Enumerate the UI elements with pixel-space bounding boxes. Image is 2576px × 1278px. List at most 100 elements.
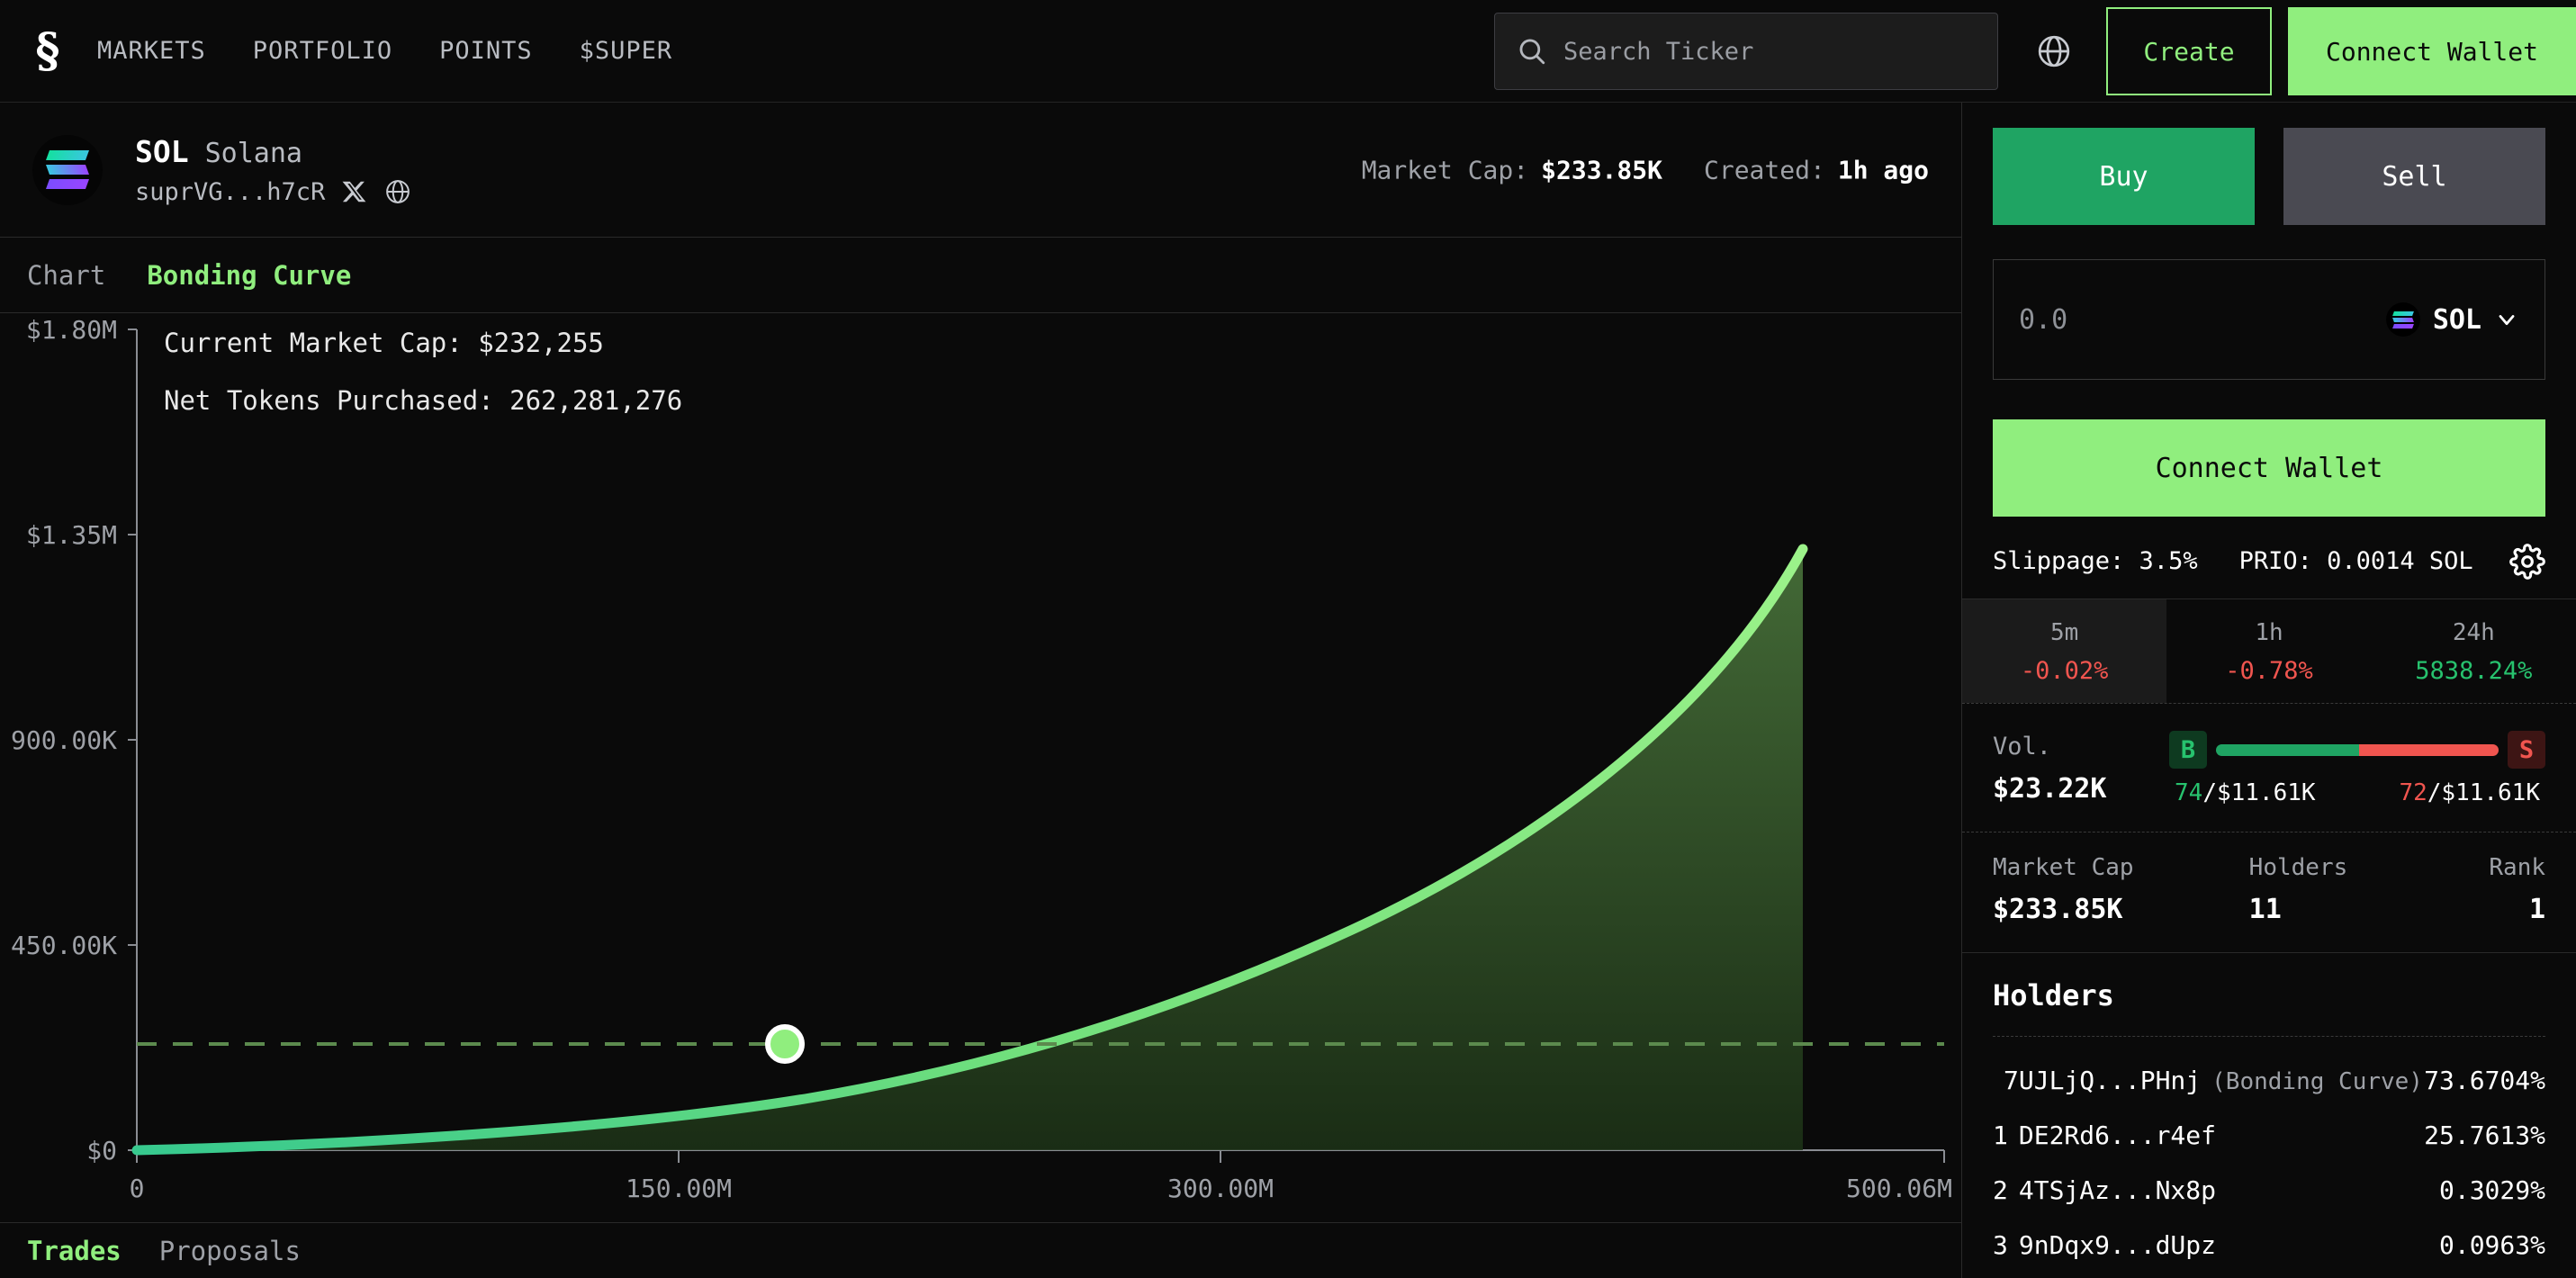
- connect-wallet-header-button[interactable]: Connect Wallet: [2288, 7, 2576, 95]
- chart-canvas: $1.80M $1.35M 900.00K 450.00K $0 0 150.0…: [0, 313, 1962, 1222]
- volume-value: $23.22K: [1993, 773, 2146, 805]
- tab-trades[interactable]: Trades: [27, 1236, 122, 1266]
- holder-address: 9nDqx9...dUpz: [2019, 1230, 2216, 1260]
- gear-icon[interactable]: [2509, 544, 2545, 580]
- token-name: Solana: [205, 138, 302, 169]
- change-cell-5m[interactable]: 5m -0.02%: [1962, 599, 2166, 703]
- holder-percentage: 25.7613%: [2424, 1120, 2545, 1150]
- trade-panel: Buy Sell SOL Connect Wallet: [1962, 103, 2576, 599]
- buy-count: 74: [2175, 779, 2202, 806]
- change-period-1h: 1h: [2166, 619, 2371, 646]
- change-cell-24h[interactable]: 24h 5838.24%: [2372, 599, 2576, 703]
- token-symbol: SOL: [135, 134, 189, 169]
- table-row[interactable]: 7UJLjQ...PHnj (Bonding Curve) 73.6704%: [1993, 1053, 2545, 1108]
- bonding-curve-chart[interactable]: $1.80M $1.35M 900.00K 450.00K $0 0 150.0…: [0, 313, 1961, 1222]
- nav-item-super[interactable]: $SUPER: [580, 37, 673, 65]
- token-avatar-icon: [32, 135, 103, 205]
- solana-logo-bar-2: [46, 165, 89, 175]
- volume-label: Vol.: [1993, 733, 2146, 760]
- y-tick-label-2: 900.00K: [11, 725, 117, 755]
- sell-ratio-segment: [2359, 744, 2499, 756]
- tab-bonding-curve[interactable]: Bonding Curve: [147, 260, 351, 291]
- search-input[interactable]: [1563, 38, 1976, 66]
- page-body: SOL Solana suprVG...h7cR Market Cap: $23…: [0, 103, 2576, 1278]
- y-tick-label-1: 450.00K: [11, 931, 117, 960]
- prio-fee-value[interactable]: PRIO: 0.0014 SOL: [2239, 547, 2473, 575]
- token-address[interactable]: suprVG...h7cR: [135, 178, 325, 206]
- holders-title: Holders: [1993, 978, 2545, 1012]
- chevron-down-icon: [2494, 307, 2519, 332]
- holder-address: 4TSjAz...Nx8p: [2019, 1175, 2216, 1205]
- holder-address: DE2Rd6...r4ef: [2019, 1120, 2216, 1150]
- slippage-value[interactable]: Slippage: 3.5%: [1993, 547, 2198, 575]
- buy-sell-bar-row: B S: [2169, 731, 2545, 769]
- table-row[interactable]: 3 9nDqx9...dUpz 0.0963%: [1993, 1218, 2545, 1273]
- sell-button[interactable]: Sell: [2283, 128, 2545, 225]
- x-twitter-icon[interactable]: [341, 178, 368, 205]
- market-cap-value: $233.85K: [1541, 155, 1662, 184]
- amount-input[interactable]: [2019, 304, 2289, 336]
- holders-stat-label: Holders: [2249, 854, 2348, 881]
- market-cap-stat-value: $233.85K: [1993, 894, 2141, 925]
- change-value-5m: -0.02%: [1962, 657, 2166, 685]
- table-row[interactable]: 2 4TSjAz...Nx8p 0.3029%: [1993, 1163, 2545, 1218]
- x-tick-label-1: 150.00M: [626, 1174, 732, 1203]
- create-button[interactable]: Create: [2106, 7, 2272, 95]
- rank-stat: Rank 1: [2397, 854, 2545, 925]
- header-actions: Create Connect Wallet: [1494, 0, 2576, 103]
- token-identity: SOL Solana suprVG...h7cR: [135, 134, 411, 206]
- buy-sell-toggle: Buy Sell: [1993, 128, 2545, 225]
- nav-item-portfolio[interactable]: PORTFOLIO: [253, 37, 392, 65]
- change-period-24h: 24h: [2372, 619, 2576, 646]
- holder-address: 7UJLjQ...PHnj: [2004, 1066, 2201, 1095]
- y-tick-label-3: $1.35M: [26, 520, 117, 550]
- sell-amount: /$11.61K: [2427, 779, 2540, 806]
- x-tick-label-3: 500.06M: [1846, 1174, 1952, 1203]
- globe-icon[interactable]: [384, 178, 411, 205]
- buy-sell-ratio-bar: [2216, 744, 2499, 756]
- globe-icon[interactable]: [2036, 33, 2072, 69]
- volume-summary: Vol. $23.22K: [1993, 733, 2146, 805]
- brand-logo-icon[interactable]: §: [32, 32, 63, 71]
- y-tick-label-4: $1.80M: [26, 315, 117, 345]
- market-cap-stat: Market Cap $233.85K: [1993, 854, 2141, 925]
- token-header: SOL Solana suprVG...h7cR Market Cap: $23…: [0, 103, 1961, 238]
- created-label: Created:: [1704, 155, 1825, 184]
- buy-sell-counts: 74/$11.61K 72/$11.61K: [2169, 779, 2545, 806]
- amount-input-box[interactable]: SOL: [1993, 259, 2545, 380]
- holder-identity: 7UJLjQ...PHnj (Bonding Curve): [1993, 1066, 2423, 1095]
- token-select-dropdown[interactable]: SOL: [2386, 302, 2519, 337]
- nav-item-markets[interactable]: MARKETS: [97, 37, 206, 65]
- search-box[interactable]: [1494, 13, 1998, 90]
- price-change-row: 5m -0.02% 1h -0.78% 24h 5838.24%: [1962, 599, 2576, 704]
- buy-amount: /$11.61K: [2202, 779, 2315, 806]
- holder-tag: (Bonding Curve): [2211, 1068, 2423, 1095]
- tab-proposals[interactable]: Proposals: [159, 1236, 301, 1266]
- table-row[interactable]: 1 DE2Rd6...r4ef 25.7613%: [1993, 1108, 2545, 1163]
- holders-stat-value: 11: [2249, 894, 2282, 925]
- sell-count: 72: [2399, 779, 2427, 806]
- search-icon: [1517, 36, 1547, 67]
- holder-rank: 2: [1993, 1175, 2008, 1205]
- x-tick-label-0: 0: [130, 1174, 145, 1203]
- connect-wallet-panel-button[interactable]: Connect Wallet: [1993, 419, 2545, 517]
- change-cell-1h[interactable]: 1h -0.78%: [2166, 599, 2371, 703]
- holder-identity: 3 9nDqx9...dUpz: [1993, 1230, 2227, 1260]
- sell-count-group: 72/$11.61K: [2399, 779, 2540, 806]
- trade-sidebar: Buy Sell SOL Connect Wallet: [1962, 103, 2576, 1278]
- chart-column: SOL Solana suprVG...h7cR Market Cap: $23…: [0, 103, 1962, 1278]
- tab-chart[interactable]: Chart: [27, 260, 105, 291]
- trade-settings-row: Slippage: 3.5% PRIO: 0.0014 SOL: [1993, 547, 2545, 575]
- chart-tabs: Chart Bonding Curve: [0, 238, 1961, 313]
- market-cap-stat-label: Market Cap: [1993, 854, 2141, 881]
- x-tick-label-2: 300.00M: [1167, 1174, 1274, 1203]
- holder-rank: 3: [1993, 1230, 2008, 1260]
- buy-button[interactable]: Buy: [1993, 128, 2255, 225]
- nav-item-points[interactable]: POINTS: [439, 37, 533, 65]
- bottom-tabs: Trades Proposals: [0, 1222, 1961, 1278]
- solana-logo-bar-1: [46, 150, 89, 160]
- change-value-24h: 5838.24%: [2372, 657, 2576, 685]
- change-period-5m: 5m: [1962, 619, 2166, 646]
- buy-badge: B: [2169, 731, 2207, 769]
- holder-percentage: 73.6704%: [2424, 1066, 2545, 1095]
